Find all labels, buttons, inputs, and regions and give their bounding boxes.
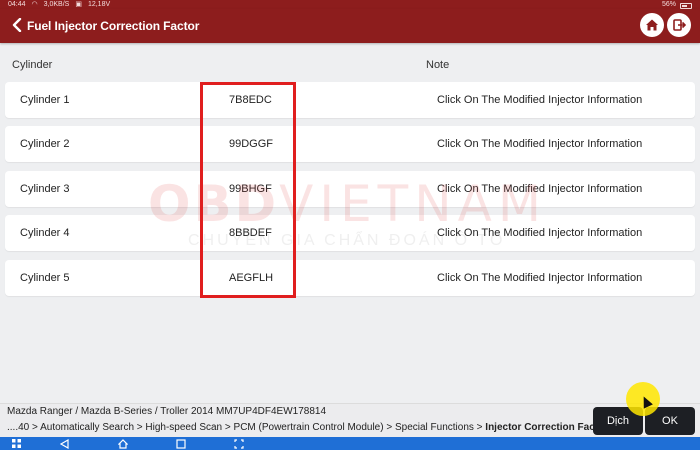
nav-back-icon[interactable] [60, 438, 69, 449]
cylinder-name: Cylinder 1 [20, 94, 70, 106]
car-battery-icon: ▣ [75, 1, 82, 8]
cylinder-name: Cylinder 3 [20, 183, 70, 195]
row-note[interactable]: Click On The Modified Injector Informati… [437, 126, 642, 162]
column-header-cylinder: Cylinder [12, 59, 53, 71]
bottom-bar: Mazda Ranger / Mazda B-Series / Troller … [0, 403, 700, 437]
nav-recent-icon[interactable] [176, 438, 186, 449]
column-header-note: Note [426, 59, 450, 71]
table-row[interactable]: Cylinder 4 8BBDEF Click On The Modified … [5, 215, 695, 251]
translate-button[interactable]: Dịch [593, 407, 643, 435]
row-note[interactable]: Click On The Modified Injector Informati… [437, 171, 642, 207]
row-note[interactable]: Click On The Modified Injector Informati… [437, 82, 642, 118]
injector-code: 99DGGF [229, 138, 274, 150]
ok-button[interactable]: OK [645, 407, 695, 435]
breadcrumb-path: ....40 > Automatically Search > High-spe… [7, 422, 486, 433]
table-row[interactable]: Cylinder 5 AEGFLH Click On The Modified … [5, 260, 695, 296]
battery-icon [680, 2, 692, 9]
row-note[interactable]: Click On The Modified Injector Informati… [437, 260, 642, 296]
screenshot-icon[interactable] [234, 438, 244, 449]
status-battery: 56% [661, 1, 676, 8]
system-nav-bar [0, 437, 700, 450]
exit-button[interactable] [667, 13, 691, 37]
status-voltage: 12,18V [87, 1, 111, 8]
home-button[interactable] [640, 13, 664, 37]
table-row[interactable]: Cylinder 1 7B8EDC Click On The Modified … [5, 82, 695, 118]
injector-code: 99BHGF [229, 183, 272, 195]
wifi-icon: ◠ [31, 1, 38, 8]
vehicle-info: Mazda Ranger / Mazda B-Series / Troller … [7, 406, 327, 417]
grid-icon[interactable] [12, 438, 21, 449]
injector-code: AEGFLH [229, 272, 274, 284]
nav-home-icon[interactable] [118, 438, 128, 449]
cylinder-name: Cylinder 2 [20, 138, 70, 150]
breadcrumb: ....40 > Automatically Search > High-spe… [7, 422, 614, 433]
cylinder-name: Cylinder 4 [20, 227, 70, 239]
table-row[interactable]: Cylinder 3 99BHGF Click On The Modified … [5, 171, 695, 207]
page-title: Fuel Injector Correction Factor [27, 19, 200, 33]
table-row[interactable]: Cylinder 2 99DGGF Click On The Modified … [5, 126, 695, 162]
status-bar: 04:44 ◠ 3,0KB/S ▣ 12,18V 56% [0, 0, 700, 9]
back-arrow-icon[interactable] [6, 14, 28, 36]
injector-code: 7B8EDC [229, 94, 272, 106]
exit-icon [673, 19, 686, 31]
status-network-speed: 3,0KB/S [43, 1, 70, 8]
app-header: Fuel Injector Correction Factor [0, 9, 700, 43]
status-time: 04:44 [8, 1, 26, 8]
row-note[interactable]: Click On The Modified Injector Informati… [437, 215, 642, 251]
cylinder-name: Cylinder 5 [20, 272, 70, 284]
table-header: Cylinder Note [0, 51, 700, 79]
injector-code: 8BBDEF [229, 227, 272, 239]
home-icon [646, 19, 658, 31]
